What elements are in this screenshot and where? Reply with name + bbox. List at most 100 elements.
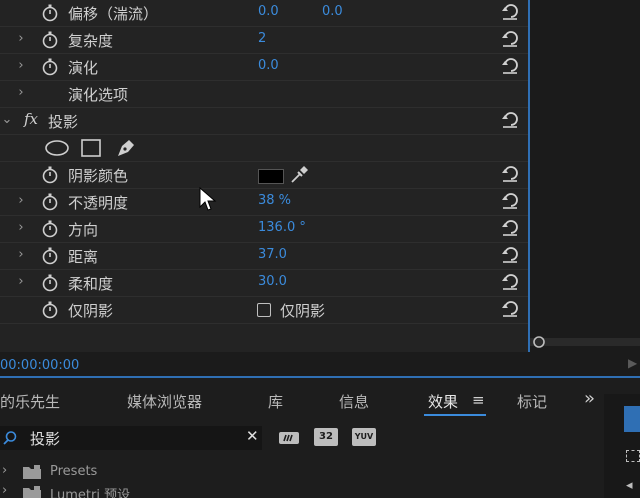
accelerated-effects-icon[interactable] [277, 428, 301, 448]
reset-icon[interactable] [500, 56, 520, 76]
reset-icon[interactable] [500, 191, 520, 211]
ellipse-mask-icon[interactable] [44, 139, 70, 157]
row-opacity: › 不透明度 38 % [0, 189, 528, 216]
folder-icon [23, 465, 41, 479]
chevron-right-icon[interactable]: › [14, 85, 28, 101]
active-tab-underline [424, 414, 486, 416]
stopwatch-icon[interactable] [40, 3, 60, 23]
chevron-right-icon[interactable]: › [14, 220, 28, 236]
softness-value[interactable]: 30.0 [258, 274, 287, 289]
row-shadow-only: 仅阴影 仅阴影 [0, 297, 528, 324]
clear-search-icon[interactable]: ✕ [246, 427, 259, 445]
effect-name: 投影 [48, 113, 79, 131]
stopwatch-icon[interactable] [40, 300, 60, 320]
effect-timeline-area[interactable] [528, 0, 640, 352]
tab-info[interactable]: 信息 [339, 391, 369, 412]
effects-search-row: 投影 ✕ 32 YUV [0, 424, 600, 452]
stopwatch-icon[interactable] [40, 57, 60, 77]
current-timecode[interactable]: 00:00:00:00 [0, 358, 79, 373]
tree-item-presets[interactable]: › Presets [0, 462, 600, 484]
reset-icon[interactable] [500, 299, 520, 319]
fx-toggle-icon[interactable]: fx [24, 110, 38, 128]
timeline-zoom-scrollbar[interactable] [530, 332, 640, 352]
tree-item-label: Presets [50, 464, 98, 479]
rectangle-mask-icon[interactable] [80, 138, 102, 158]
stopwatch-icon[interactable] [40, 219, 60, 239]
search-value: 投影 [30, 430, 61, 448]
tree-item-label: Lumetri 预设 [50, 488, 131, 498]
reset-icon[interactable] [500, 110, 520, 130]
opacity-value[interactable]: 38 % [258, 193, 291, 208]
chevron-right-icon[interactable]: › [14, 193, 28, 209]
search-icon [3, 431, 17, 445]
tabs-overflow-icon[interactable]: » [584, 388, 595, 409]
stopwatch-icon[interactable] [40, 246, 60, 266]
eyedropper-icon[interactable] [289, 165, 309, 185]
mouse-cursor-icon [199, 187, 217, 211]
property-label: 偏移（湍流） [68, 5, 159, 23]
property-label: 距离 [68, 248, 99, 266]
tab-project[interactable]: 的乐先生 [0, 391, 60, 412]
marquee-tool-icon[interactable] [626, 450, 640, 462]
offset-x-value[interactable]: 0.0 [258, 4, 279, 19]
chevron-right-icon[interactable]: › [14, 247, 28, 263]
shadow-only-checkbox-label: 仅阴影 [280, 302, 326, 320]
shadow-color-swatch[interactable] [258, 169, 284, 184]
row-drop-shadow-effect: ⌄ fx 投影 [0, 108, 528, 135]
reset-icon[interactable] [500, 2, 520, 22]
stopwatch-icon[interactable] [40, 30, 60, 50]
yuv-effects-badge[interactable]: YUV [352, 428, 376, 446]
property-label: 仅阴影 [68, 302, 114, 320]
effect-controls-panel: 偏移（湍流） 0.0 0.0 › 复杂度 2 › 演化 0.0 › 演化选项 ⌄… [0, 0, 528, 352]
row-distance: › 距离 37.0 [0, 243, 528, 270]
selection-tool-button[interactable] [624, 406, 640, 432]
shadow-only-checkbox[interactable] [257, 303, 271, 317]
evolution-value[interactable]: 0.0 [258, 58, 279, 73]
row-evolution: › 演化 0.0 [0, 54, 528, 81]
reset-icon[interactable] [500, 29, 520, 49]
tab-media-browser[interactable]: 媒体浏览器 [127, 391, 202, 412]
chevron-right-icon[interactable]: › [2, 486, 7, 498]
row-shadow-color: 阴影颜色 [0, 162, 528, 189]
reset-icon[interactable] [500, 164, 520, 184]
row-complexity: › 复杂度 2 [0, 27, 528, 54]
stopwatch-icon[interactable] [40, 273, 60, 293]
property-label: 演化选项 [68, 86, 129, 104]
32bit-effects-badge[interactable]: 32 [314, 428, 338, 446]
row-softness: › 柔和度 30.0 [0, 270, 528, 297]
property-label: 柔和度 [68, 275, 114, 293]
play-triangle-icon: ▶ [628, 356, 638, 370]
timecode-bar: 00:00:00:00 ▶ [0, 352, 640, 378]
property-label: 演化 [68, 59, 99, 77]
property-label: 复杂度 [68, 32, 114, 50]
tab-markers[interactable]: 标记 [517, 391, 547, 412]
row-mask-tools [0, 135, 528, 162]
panel-menu-icon[interactable]: ≡ [472, 391, 485, 409]
stopwatch-icon[interactable] [40, 165, 60, 185]
offset-y-value[interactable]: 0.0 [322, 4, 343, 19]
tab-effects[interactable]: 效果 [428, 391, 458, 412]
reset-icon[interactable] [500, 218, 520, 238]
property-label: 不透明度 [68, 194, 129, 212]
tree-item-lumetri-presets[interactable]: › Lumetri 预设 [0, 486, 600, 498]
pen-tool-icon[interactable] [114, 136, 138, 160]
row-evolution-options: › 演化选项 [0, 81, 528, 108]
track-select-tool-icon[interactable]: ◂ [626, 478, 633, 493]
tab-libraries[interactable]: 库 [268, 391, 283, 412]
stopwatch-icon[interactable] [40, 192, 60, 212]
property-label: 方向 [68, 221, 99, 239]
distance-value[interactable]: 37.0 [258, 247, 287, 262]
row-direction: › 方向 136.0 ° [0, 216, 528, 243]
chevron-right-icon[interactable]: › [2, 463, 7, 478]
effects-search-input[interactable]: 投影 ✕ [0, 426, 262, 450]
reset-icon[interactable] [500, 245, 520, 265]
chevron-right-icon[interactable]: › [14, 274, 28, 290]
chevron-down-icon[interactable]: ⌄ [0, 112, 14, 128]
direction-value[interactable]: 136.0 ° [258, 220, 306, 235]
reset-icon[interactable] [500, 272, 520, 292]
chevron-right-icon[interactable]: › [14, 31, 28, 47]
chevron-right-icon[interactable]: › [14, 58, 28, 74]
complexity-value[interactable]: 2 [258, 31, 266, 46]
tool-tray: ◂ [604, 394, 640, 498]
folder-icon [23, 486, 41, 498]
